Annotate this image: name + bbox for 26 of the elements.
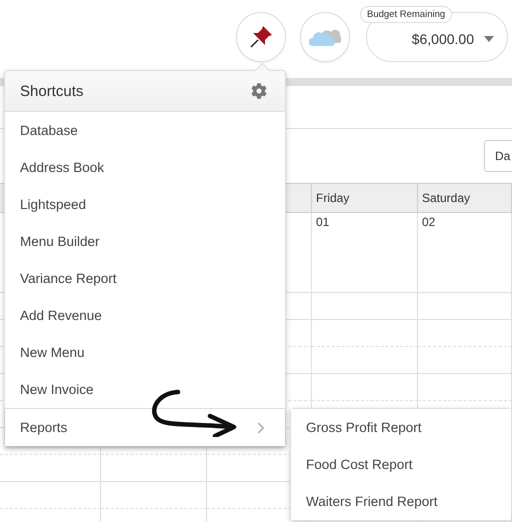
budget-value: $6,000.00 <box>412 31 474 47</box>
menu-item[interactable]: Lightspeed <box>5 186 285 223</box>
pushpin-icon <box>249 25 273 49</box>
menu-item[interactable]: Address Book <box>5 149 285 186</box>
menu-item[interactable]: Reports <box>5 408 285 446</box>
caret-icon <box>484 36 494 42</box>
day-cell: 02 <box>418 213 512 293</box>
menu-item[interactable]: New Menu <box>5 334 285 371</box>
pin-button[interactable] <box>236 12 286 62</box>
column-header: Friday <box>312 184 418 213</box>
submenu-item[interactable]: Waiters Friend Report <box>291 483 511 520</box>
budget-dropdown[interactable]: Budget Remaining $6,000.00 <box>360 6 508 62</box>
settings-icon[interactable] <box>251 83 267 99</box>
menu-item[interactable]: Menu Builder <box>5 223 285 260</box>
menu-item[interactable]: Database <box>5 112 285 149</box>
menu-item[interactable]: Variance Report <box>5 260 285 297</box>
menu-item[interactable]: Add Revenue <box>5 297 285 334</box>
submenu-item[interactable]: Gross Profit Report <box>291 409 511 446</box>
menu-title: Shortcuts <box>20 82 84 100</box>
budget-label: Budget Remaining <box>360 6 452 23</box>
column-header: Saturday <box>418 184 512 213</box>
cloud-icon <box>309 27 341 47</box>
view-button[interactable]: Da <box>484 140 512 172</box>
submenu-item[interactable]: Food Cost Report <box>291 446 511 483</box>
day-cell: 01 <box>312 213 418 293</box>
menu-item[interactable]: New Invoice <box>5 371 285 408</box>
